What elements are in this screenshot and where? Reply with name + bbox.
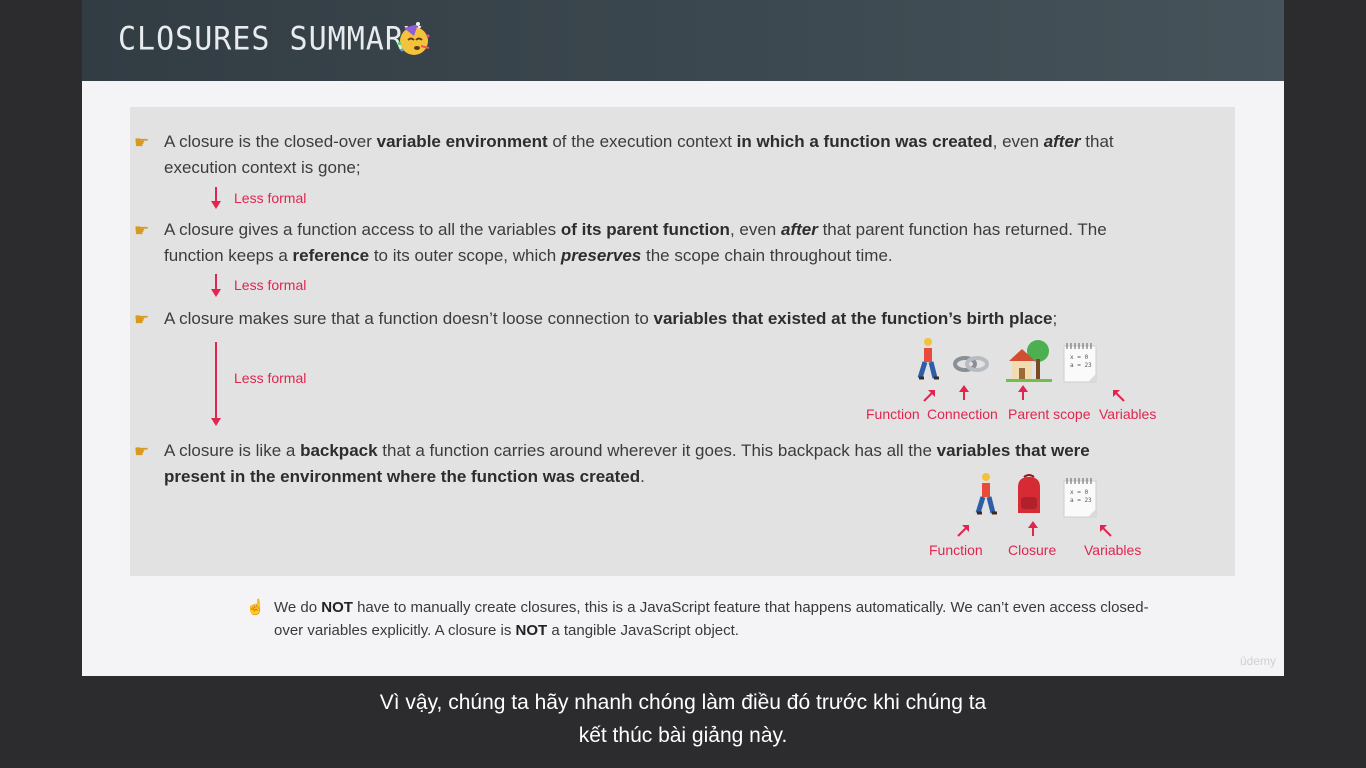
arrow-icon (959, 385, 969, 400)
backpack-icon (1018, 474, 1040, 513)
pointing-hand-icon: ☛ (134, 310, 150, 329)
footnote: ☝ We do NOT have to manually create clos… (246, 596, 1154, 642)
pointing-hand-icon: ☛ (134, 221, 150, 240)
bullet-2: ☛ A closure gives a function access to a… (134, 217, 1124, 269)
footnote-text: We do NOT have to manually create closur… (274, 599, 1149, 639)
diagram-label-closure: Closure (1008, 542, 1057, 558)
bullet-text: A closure is like a backpack that a func… (164, 441, 1090, 486)
spiral-notepad-icon: x = 0 a = 23 (1063, 478, 1097, 518)
pointing-hand-icon: ☛ (134, 133, 150, 152)
arrow-icon (957, 525, 969, 537)
diagram-label-parent-scope: Parent scope (1008, 406, 1091, 422)
video-subtitle: Vì vậy, chúng ta hãy nhanh chóng làm điề… (0, 686, 1366, 752)
lecture-slide: CLOSURES SUMMARY ☛ A closure is the clos… (82, 0, 1284, 676)
arrow-icon (1018, 385, 1028, 400)
bullet-text: A closure makes sure that a function doe… (164, 309, 1058, 328)
down-arrow (211, 274, 221, 297)
person-walking-icon (975, 473, 997, 515)
subtitle-line-1: Vì vậy, chúng ta hãy nhanh chóng làm điề… (379, 691, 987, 714)
diagram-label-function: Function (866, 406, 920, 422)
link-icon (953, 356, 989, 372)
bullet-text: A closure gives a function access to all… (164, 220, 1107, 265)
house-with-garden-icon (1006, 340, 1052, 382)
slide-header: CLOSURES SUMMARY (82, 0, 1284, 81)
svg-text:x = 0: x = 0 (1070, 489, 1088, 496)
diagram-label-variables: Variables (1099, 406, 1157, 422)
pointing-up-hand-icon: ☝ (246, 599, 265, 616)
bullet-3: ☛ A closure makes sure that a function d… (134, 306, 1124, 332)
partying-face-icon (398, 22, 430, 55)
less-formal-label: Less formal (234, 190, 307, 206)
spiral-notepad-icon: x = 0 a = 23 (1063, 343, 1097, 383)
slide-title: CLOSURES SUMMARY (118, 20, 423, 59)
svg-text:a = 23: a = 23 (1070, 362, 1092, 369)
diagram-label-function: Function (929, 542, 983, 558)
less-formal-label: Less formal (234, 277, 307, 293)
arrow-icon (923, 390, 935, 402)
bullet-1: ☛ A closure is the closed-over variable … (134, 129, 1124, 181)
udemy-watermark: ûdemy (1239, 654, 1276, 668)
arrow-icon (1028, 521, 1038, 536)
bullet-text: A closure is the closed-over variable en… (164, 132, 1114, 177)
svg-text:a = 23: a = 23 (1070, 497, 1092, 504)
summary-panel: ☛ A closure is the closed-over variable … (130, 107, 1235, 576)
down-arrow (211, 187, 221, 209)
arrow-icon (1113, 390, 1125, 402)
subtitle-line-2: kết thúc bài giảng này. (578, 724, 788, 747)
person-walking-icon (917, 338, 939, 380)
svg-text:x = 0: x = 0 (1070, 354, 1088, 361)
arrow-icon (1100, 525, 1112, 537)
down-arrow (211, 342, 221, 426)
less-formal-label: Less formal (234, 370, 307, 386)
pointing-hand-icon: ☛ (134, 442, 150, 461)
diagram-label-variables: Variables (1084, 542, 1142, 558)
diagram-label-connection: Connection (927, 406, 998, 422)
